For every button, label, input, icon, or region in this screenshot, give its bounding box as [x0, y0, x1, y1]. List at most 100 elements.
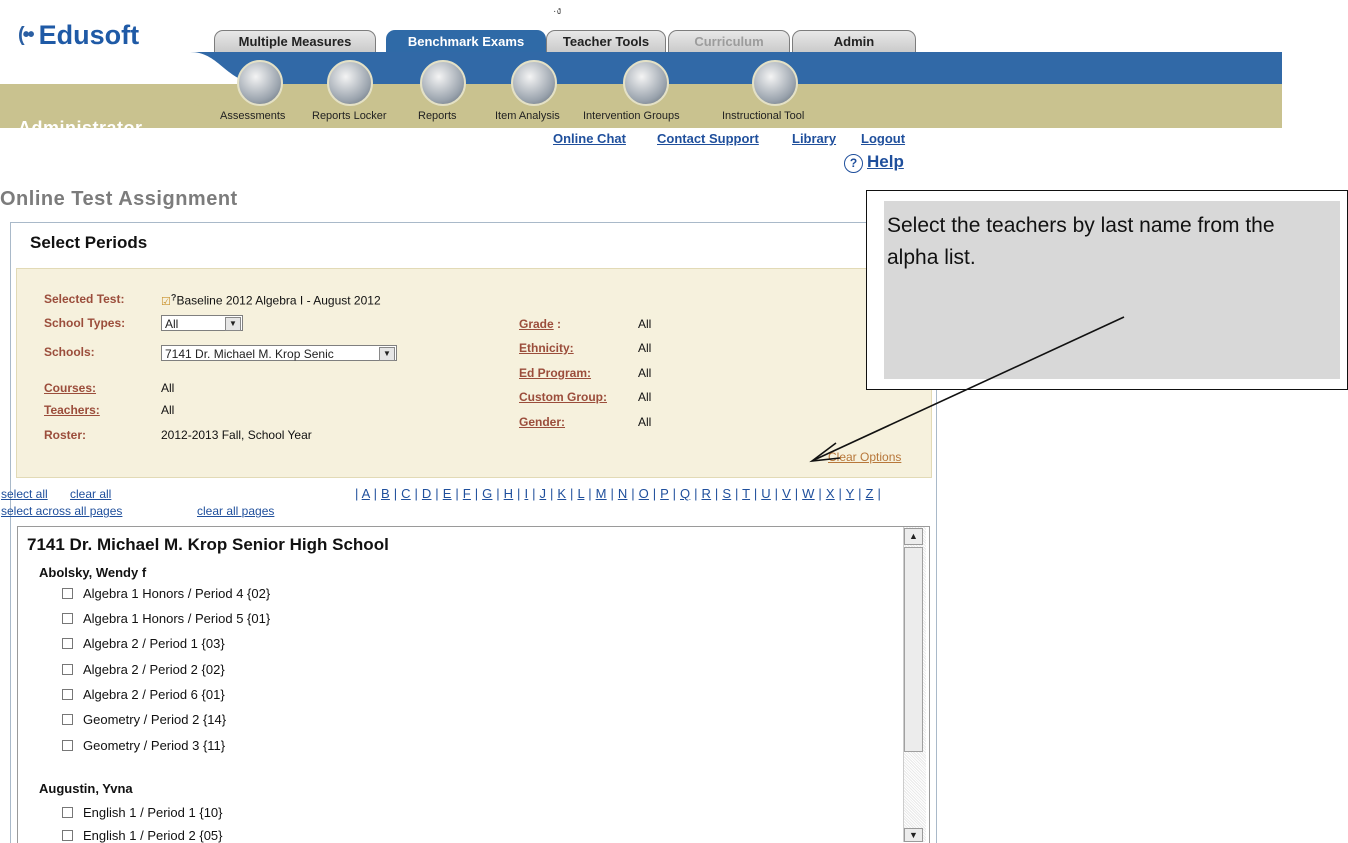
period-checkbox[interactable]: [62, 829, 73, 841]
ed-program-link[interactable]: Ed Program:: [519, 366, 591, 380]
period-item[interactable]: Algebra 2 / Period 1 {03}: [62, 635, 225, 651]
tab-benchmark-exams[interactable]: Benchmark Exams: [386, 30, 546, 53]
alpha-link-b[interactable]: B: [381, 486, 390, 501]
period-item[interactable]: Algebra 1 Honors / Period 5 {01}: [62, 610, 270, 626]
alpha-link-n[interactable]: N: [618, 486, 628, 501]
annotation-arrow: [809, 316, 1125, 463]
test-info-icon[interactable]: ☑?: [161, 292, 176, 308]
period-label: Algebra 1 Honors / Period 5 {01}: [83, 610, 271, 626]
school-types-value: All: [165, 317, 179, 331]
instructional-tool-icon[interactable]: [752, 60, 798, 106]
select-across-all-pages-link[interactable]: select across all pages: [1, 504, 122, 518]
online-chat-link[interactable]: Online Chat: [553, 131, 626, 146]
school-types-select[interactable]: All ▼: [161, 315, 243, 331]
selected-test-value: ☑?Baseline 2012 Algebra I - August 2012: [161, 292, 381, 308]
period-checkbox[interactable]: [62, 663, 73, 675]
tab-teacher-tools[interactable]: Teacher Tools: [546, 30, 666, 53]
courses-link[interactable]: Courses:: [44, 381, 96, 395]
help-icon: ?: [844, 154, 863, 173]
logout-link[interactable]: Logout: [861, 131, 905, 146]
contact-support-link[interactable]: Contact Support: [657, 131, 759, 146]
period-label: Algebra 2 / Period 2 {02}: [83, 661, 225, 677]
schools-select[interactable]: 7141 Dr. Michael M. Krop Senic ▼: [161, 345, 397, 361]
alpha-link-z[interactable]: Z: [866, 486, 874, 501]
alpha-link-m[interactable]: M: [596, 486, 607, 501]
select-all-link[interactable]: select all: [1, 487, 48, 501]
alpha-link-d[interactable]: D: [422, 486, 432, 501]
alpha-link-k[interactable]: K: [557, 486, 566, 501]
period-item[interactable]: Geometry / Period 3 {11}: [62, 737, 225, 753]
custom-group-link[interactable]: Custom Group:: [519, 390, 607, 404]
period-checkbox[interactable]: [62, 637, 73, 649]
period-checkbox[interactable]: [62, 688, 73, 700]
period-checkbox[interactable]: [62, 713, 73, 725]
alpha-link-u[interactable]: U: [761, 486, 771, 501]
brand-name: Edusoft: [38, 19, 140, 50]
scroll-down-icon[interactable]: ▼: [904, 828, 923, 842]
alpha-link-q[interactable]: Q: [680, 486, 690, 501]
nav-item-analysis[interactable]: Item Analysis: [495, 110, 560, 122]
alpha-link-v[interactable]: V: [782, 486, 791, 501]
alpha-link-a[interactable]: A: [362, 486, 370, 501]
clear-all-pages-link[interactable]: clear all pages: [197, 504, 274, 518]
scroll-up-icon[interactable]: ▲: [904, 528, 923, 545]
reports-locker-icon[interactable]: [327, 60, 373, 106]
alpha-link-g[interactable]: G: [482, 486, 492, 501]
library-link[interactable]: Library: [792, 131, 836, 146]
custom-group-value: All: [638, 390, 652, 404]
tab-admin[interactable]: Admin: [792, 30, 916, 53]
nav-assessments[interactable]: Assessments: [220, 110, 285, 122]
schools-value: 7141 Dr. Michael M. Krop Senic: [165, 347, 334, 361]
nav-instructional-tool[interactable]: Instructional Tool: [722, 110, 804, 122]
tab-curriculum[interactable]: Curriculum: [668, 30, 790, 53]
period-label: Geometry / Period 3 {11}: [83, 737, 226, 753]
selected-test-label: Selected Test:: [44, 292, 125, 306]
tab-multiple-measures[interactable]: Multiple Measures: [214, 30, 376, 53]
alpha-link-f[interactable]: F: [463, 486, 471, 501]
edusoft-logo: (•• Edusoft: [18, 18, 139, 52]
ethnicity-value: All: [638, 341, 652, 355]
alpha-link-i[interactable]: I: [524, 486, 528, 501]
period-item[interactable]: Algebra 2 / Period 6 {01}: [62, 686, 225, 702]
gender-link[interactable]: Gender:: [519, 415, 565, 429]
reports-icon[interactable]: [420, 60, 466, 106]
period-checkbox[interactable]: [62, 612, 73, 624]
period-item[interactable]: Geometry / Period 2 {14}: [62, 711, 226, 727]
alpha-link-o[interactable]: O: [639, 486, 649, 501]
alpha-link-h[interactable]: H: [504, 486, 514, 501]
period-item[interactable]: English 1 / Period 2 {05}: [62, 827, 223, 843]
grade-filter: Grade :: [519, 317, 562, 331]
teachers-link[interactable]: Teachers:: [44, 403, 100, 417]
nav-intervention-groups[interactable]: Intervention Groups: [583, 110, 680, 122]
scrollbar-thumb[interactable]: [904, 547, 923, 752]
alpha-link-c[interactable]: C: [401, 486, 411, 501]
alpha-link-w[interactable]: W: [802, 486, 814, 501]
chevron-down-icon: ▼: [225, 317, 241, 331]
alpha-link-j[interactable]: J: [539, 486, 546, 501]
item-analysis-icon[interactable]: [511, 60, 557, 106]
alpha-link-x[interactable]: X: [826, 486, 835, 501]
grade-link[interactable]: Grade: [519, 317, 554, 331]
alpha-link-y[interactable]: Y: [846, 486, 855, 501]
period-item[interactable]: Algebra 1 Honors / Period 4 {02}: [62, 585, 270, 601]
alpha-link-l[interactable]: L: [577, 486, 584, 501]
school-types-label: School Types:: [44, 316, 126, 330]
period-checkbox[interactable]: [62, 739, 73, 751]
help-link[interactable]: ? Help: [844, 152, 904, 173]
period-item[interactable]: Algebra 2 / Period 2 {02}: [62, 661, 225, 677]
nav-reports[interactable]: Reports: [418, 110, 457, 122]
period-checkbox[interactable]: [62, 806, 73, 818]
nav-reports-locker[interactable]: Reports Locker: [312, 110, 387, 122]
alpha-link-r[interactable]: R: [702, 486, 712, 501]
period-item[interactable]: English 1 / Period 1 {10}: [62, 804, 223, 820]
ethnicity-link[interactable]: Ethnicity:: [519, 341, 574, 355]
assessments-icon[interactable]: [237, 60, 283, 106]
alpha-link-s[interactable]: S: [722, 486, 731, 501]
clear-all-link[interactable]: clear all: [70, 487, 111, 501]
alpha-link-p[interactable]: P: [660, 486, 669, 501]
alpha-link-e[interactable]: E: [443, 486, 452, 501]
alpha-link-t[interactable]: T: [742, 486, 750, 501]
intervention-groups-icon[interactable]: [623, 60, 669, 106]
filter-options-box: [16, 268, 932, 478]
period-checkbox[interactable]: [62, 587, 73, 599]
